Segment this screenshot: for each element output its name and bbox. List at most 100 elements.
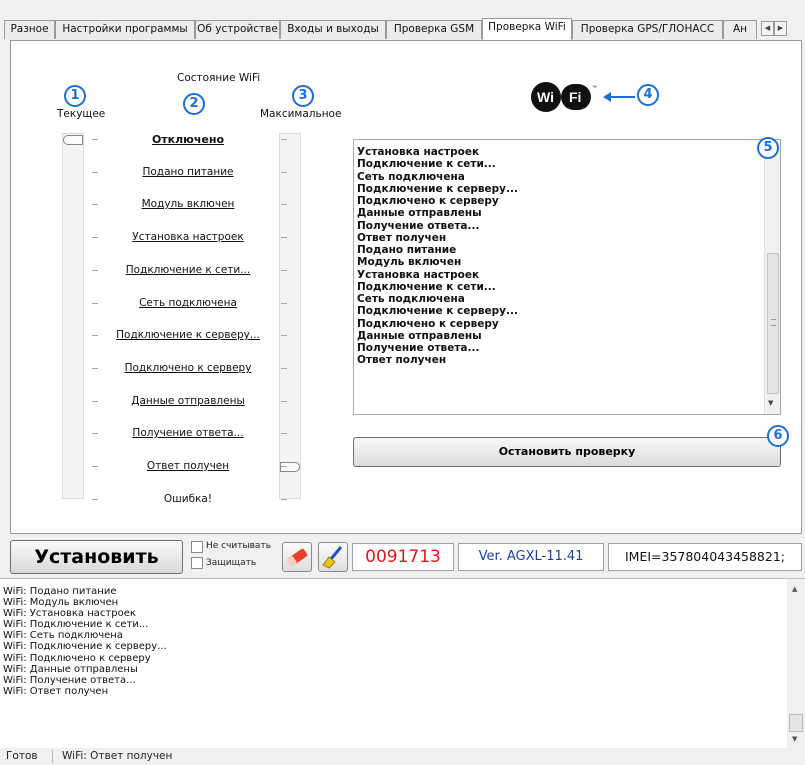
max-tick xyxy=(281,335,287,336)
log-line: Подключено к серверу xyxy=(357,195,499,207)
max-tick xyxy=(281,172,287,173)
log-scroll-thumb[interactable] xyxy=(767,253,779,394)
max-tick xyxy=(281,499,287,500)
state-item: Ответ получен xyxy=(146,460,230,472)
log-line: Сеть подключена xyxy=(357,293,465,305)
log-line: Подключение к серверу... xyxy=(357,182,518,195)
max-tick xyxy=(281,401,287,402)
log-line: Установка настроек xyxy=(357,268,480,281)
log-line: Получение ответа... xyxy=(357,219,480,232)
callout-4-arrow xyxy=(607,96,635,98)
current-tick xyxy=(92,335,98,336)
scroll-down-icon[interactable]: ▼ xyxy=(768,399,773,407)
current-state-slider[interactable] xyxy=(62,133,84,499)
current-tick xyxy=(92,139,98,140)
tab-scroll-right-icon[interactable]: ▶ xyxy=(774,21,787,36)
state-item: Отключено xyxy=(151,133,225,146)
svg-text:™: ™ xyxy=(592,85,597,91)
log-line: Данные отправлены xyxy=(357,329,482,342)
imei-field: IMEI=357804043458821; xyxy=(608,543,802,571)
event-log-line: WiFi: Установка настроек xyxy=(3,608,136,620)
eraser-icon xyxy=(287,548,308,567)
tab-scroll-left-icon[interactable]: ◀ xyxy=(761,21,774,36)
tab-inputs-outputs[interactable]: Входы и выходы xyxy=(280,20,386,39)
broom-button[interactable] xyxy=(318,542,348,572)
stop-check-button[interactable]: Остановить проверку xyxy=(353,437,781,467)
event-log-scroll-thumb[interactable] xyxy=(789,714,803,732)
max-tick xyxy=(281,237,287,238)
event-log-lines: WiFi: Подано питание WiFi: Модуль включен… xyxy=(3,586,167,697)
event-log[interactable]: WiFi: Подано питание WiFi: Модуль включен… xyxy=(0,578,805,749)
callout-6: 6 xyxy=(767,425,789,447)
event-log-line: WiFi: Подключение к серверу... xyxy=(3,641,167,653)
status-bar: Готов WiFi: Ответ получен xyxy=(0,748,805,765)
log-scrollbar[interactable]: ▼ xyxy=(764,140,780,414)
svg-text:Wi: Wi xyxy=(537,89,554,105)
state-item: Подключение к серверу... xyxy=(116,329,260,341)
scroll-down-icon[interactable]: ▼ xyxy=(792,735,797,743)
status-ready: Готов xyxy=(6,750,38,762)
tab-wifi-check[interactable]: Проверка WiFi xyxy=(482,18,572,40)
event-log-line: WiFi: Подано питание xyxy=(3,586,117,597)
tab-device-info[interactable]: Об устройстве xyxy=(195,20,280,39)
max-tick xyxy=(281,204,287,205)
wifi-log-lines: Установка настроек Подключение к сети... С… xyxy=(357,146,518,367)
tab-strip: Разное Настройки программы Об устройстве… xyxy=(4,18,804,40)
log-line: Модуль включен xyxy=(357,256,462,269)
tab-gsm-check[interactable]: Проверка GSM xyxy=(386,20,482,39)
log-line: Подключение к серверу... xyxy=(357,305,518,318)
arrow-left-icon xyxy=(603,92,611,102)
max-tick xyxy=(281,270,287,271)
current-tick xyxy=(92,172,98,173)
current-tick xyxy=(92,270,98,271)
callout-2: 2 xyxy=(183,93,205,115)
state-item: Установка настроек xyxy=(132,231,244,243)
log-line: Получение ответа... xyxy=(357,342,480,354)
no-read-checkbox[interactable] xyxy=(191,541,203,553)
state-item: Сеть подключена xyxy=(139,297,237,309)
no-read-label: Не считывать xyxy=(206,541,271,551)
log-line: Сеть подключена xyxy=(357,170,465,183)
callout-4: 4 xyxy=(637,84,659,106)
log-line: Подключено к серверу xyxy=(357,317,499,330)
current-tick xyxy=(92,368,98,369)
max-column-label: Максимальное xyxy=(260,108,342,120)
tab-misc[interactable]: Разное xyxy=(4,20,55,39)
event-log-line: WiFi: Подключение к сети... xyxy=(3,619,149,631)
max-state-thumb[interactable] xyxy=(280,462,300,472)
log-line: Ответ получен xyxy=(357,231,447,244)
current-tick xyxy=(92,401,98,402)
state-item: Подключено к серверу xyxy=(124,362,252,374)
state-item: Модуль включен xyxy=(141,198,235,210)
state-item: Ошибка! xyxy=(163,493,213,505)
current-tick xyxy=(92,237,98,238)
log-line: Ответ получен xyxy=(357,354,447,367)
install-button[interactable]: Установить xyxy=(10,540,183,574)
current-state-thumb[interactable] xyxy=(63,135,83,145)
event-log-scrollbar[interactable]: ▲ ▼ xyxy=(787,579,805,749)
current-tick xyxy=(92,466,98,467)
firmware-version: Ver. AGXL-11.41 xyxy=(458,543,604,571)
scroll-up-icon[interactable]: ▲ xyxy=(792,585,797,593)
serial-number: 0091713 xyxy=(352,543,454,571)
tab-program-settings[interactable]: Настройки программы xyxy=(55,20,195,39)
max-state-slider[interactable] xyxy=(279,133,301,499)
tab-truncated[interactable]: Ан xyxy=(723,20,757,39)
current-tick xyxy=(92,204,98,205)
current-column-label: Текущее xyxy=(57,108,106,120)
log-line: Установка настроек xyxy=(357,146,480,158)
state-item: Подключение к сети... xyxy=(125,264,251,276)
event-log-line: WiFi: Данные отправлены xyxy=(3,663,138,675)
wifi-log-box[interactable]: Установка настроек Подключение к сети... С… xyxy=(353,139,781,415)
wifi-logo-icon: Wi Fi ™ xyxy=(529,81,599,113)
event-log-line: WiFi: Ответ получен xyxy=(3,685,109,697)
event-log-line: WiFi: Получение ответа... xyxy=(3,674,136,686)
max-tick xyxy=(281,466,287,467)
eraser-button[interactable] xyxy=(282,542,312,572)
max-tick xyxy=(281,139,287,140)
max-tick xyxy=(281,303,287,304)
tab-gps-check[interactable]: Проверка GPS/ГЛОНАСС xyxy=(572,20,723,39)
state-item: Получение ответа... xyxy=(132,427,244,439)
callout-5: 5 xyxy=(757,137,779,159)
protect-checkbox[interactable] xyxy=(191,557,203,569)
